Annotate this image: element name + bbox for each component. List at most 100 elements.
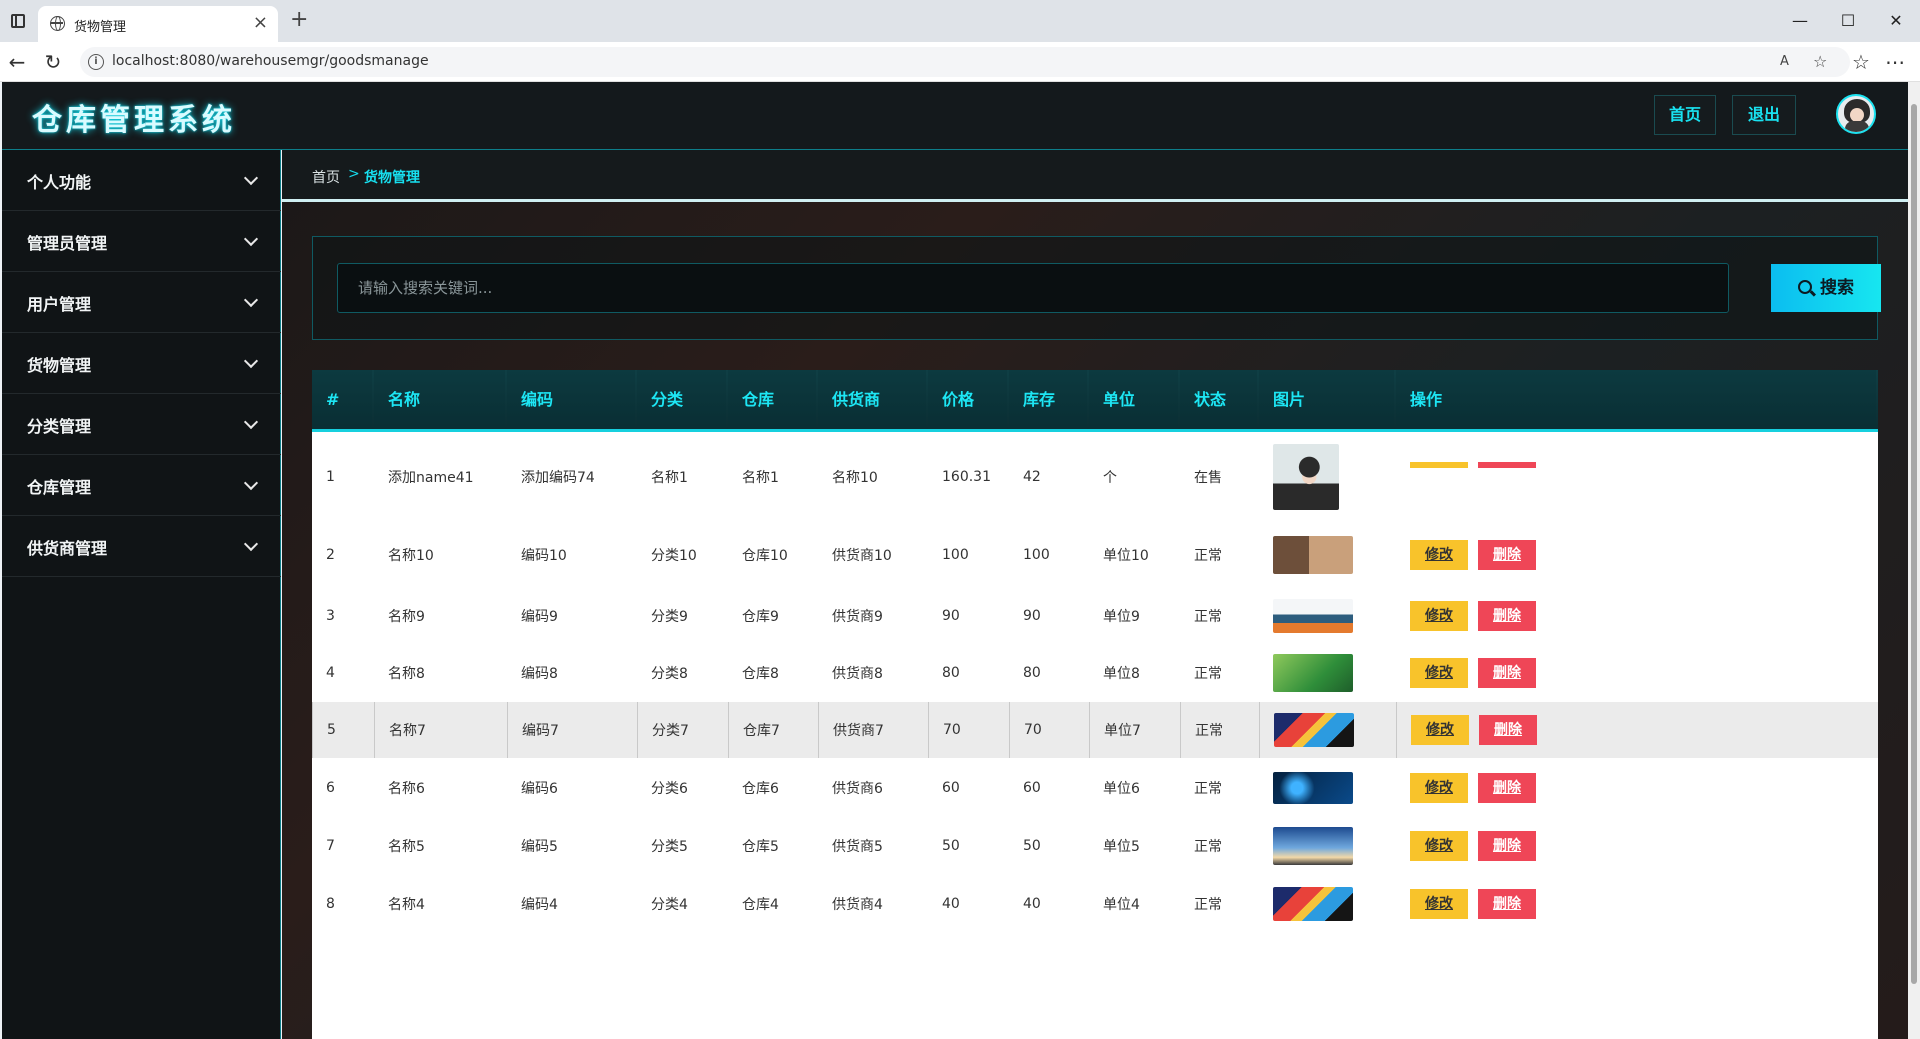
cell-id: 4	[326, 665, 335, 681]
scroll-thumb[interactable]	[1911, 104, 1917, 984]
window-close-icon[interactable]: ✕	[1882, 8, 1910, 34]
edit-button[interactable]: 修改	[1410, 889, 1468, 919]
goods-thumbnail[interactable]	[1273, 598, 1353, 633]
cell-category: 名称1	[651, 470, 688, 486]
refresh-icon[interactable]: ↻	[40, 49, 66, 75]
cell-unit: 单位7	[1089, 702, 1180, 758]
table-row: 3 名称9 编码9 分类9 仓库9 供货商9 90 90 单位9 正常 修改 删除	[312, 587, 1878, 644]
delete-button[interactable]: 删除	[1478, 658, 1536, 688]
edit-button[interactable]: 修改	[1410, 831, 1468, 861]
cell-id: 1	[326, 469, 335, 485]
cell-warehouse: 仓库6	[742, 780, 779, 797]
cell-supplier: 供货商5	[832, 839, 883, 855]
sidebar-item-personal[interactable]: 个人功能	[2, 150, 281, 211]
cell-warehouse: 仓库7	[728, 702, 818, 758]
app-title: 仓库管理系统	[32, 103, 236, 138]
chevron-down-icon	[243, 170, 259, 186]
cell-status: 正常	[1194, 547, 1222, 564]
delete-button[interactable]: 删除	[1478, 772, 1536, 803]
page-scrollbar[interactable]	[1908, 82, 1920, 1039]
edit-button[interactable]: 修改	[1411, 715, 1469, 745]
cell-category: 分类9	[651, 608, 688, 625]
delete-button[interactable]: 删除	[1478, 539, 1536, 570]
avatar[interactable]	[1836, 94, 1876, 134]
cell-actions: 修改 删除	[1396, 522, 1878, 587]
goods-thumbnail[interactable]	[1273, 444, 1339, 510]
star-icon[interactable]: ☆	[1813, 52, 1827, 71]
more-icon[interactable]: ⋯	[1882, 49, 1908, 75]
cell-name: 名称9	[388, 608, 425, 625]
cell-unit: 单位4	[1103, 897, 1140, 913]
cell-unit: 单位10	[1103, 547, 1149, 564]
read-aloud-icon[interactable]: A	[1780, 54, 1789, 69]
cell-name: 名称7	[374, 702, 507, 758]
home-button[interactable]: 首页	[1654, 95, 1716, 135]
goods-thumbnail[interactable]	[1273, 827, 1353, 865]
app-header: 仓库管理系统 首页 退出	[2, 82, 1908, 150]
new-tab-icon[interactable]: +	[290, 9, 308, 31]
tab-actions-icon[interactable]	[11, 14, 25, 28]
sidebar-item-goods[interactable]: 货物管理	[2, 333, 281, 394]
sidebar-item-warehouses[interactable]: 仓库管理	[2, 455, 281, 516]
info-icon[interactable]: i	[88, 54, 104, 70]
goods-thumbnail[interactable]	[1274, 713, 1354, 747]
address-bar[interactable]: i localhost:8080/warehousemgr/goodsmanag…	[80, 47, 1850, 77]
cell-status: 在售	[1194, 470, 1222, 486]
sidebar-item-users[interactable]: 用户管理	[2, 272, 281, 333]
cell-image	[1259, 587, 1396, 644]
sidebar-item-label: 仓库管理	[27, 478, 92, 497]
chevron-down-icon	[243, 231, 259, 247]
cell-category: 分类5	[651, 839, 688, 855]
maximize-icon[interactable]: ☐	[1834, 8, 1862, 34]
edit-button[interactable]: 修改	[1410, 772, 1468, 803]
goods-thumbnail[interactable]	[1273, 887, 1353, 921]
cell-code: 编码10	[521, 547, 567, 564]
th-actions: 操作	[1396, 370, 1876, 429]
globe-icon	[50, 16, 65, 31]
main-content: 首页 > 货物管理 搜索 #名称编码分类仓库供货商价格库存单位状态图片操作 1 添…	[282, 150, 1908, 1039]
delete-button[interactable]: 删除	[1478, 600, 1536, 631]
sidebar-item-admins[interactable]: 管理员管理	[2, 211, 281, 272]
th-stock: 库存	[1009, 370, 1087, 429]
cell-stock: 42	[1023, 469, 1041, 485]
cell-unit: 单位5	[1103, 839, 1140, 855]
edit-button[interactable]: 修改	[1410, 600, 1468, 631]
edit-button[interactable]: 修改	[1410, 539, 1468, 570]
logout-button[interactable]: 退出	[1732, 95, 1796, 135]
address-text[interactable]: localhost:8080/warehousemgr/goodsmanage	[112, 53, 429, 69]
cell-stock: 80	[1023, 665, 1041, 681]
delete-button[interactable]: 删除	[1479, 715, 1537, 745]
goods-thumbnail[interactable]	[1273, 654, 1353, 692]
cell-status: 正常	[1194, 897, 1222, 913]
sidebar-item-suppliers[interactable]: 供货商管理	[2, 516, 281, 577]
cell-price: 100	[942, 546, 969, 563]
cell-stock: 40	[1023, 896, 1041, 912]
cell-status: 正常	[1180, 702, 1259, 758]
cell-warehouse: 仓库8	[742, 666, 779, 682]
browser-tab[interactable]: 货物管理 ×	[38, 6, 278, 42]
th-code: 编码	[507, 370, 635, 429]
sidebar-item-categories[interactable]: 分类管理	[2, 394, 281, 455]
search-input[interactable]	[337, 263, 1729, 313]
cell-price: 40	[942, 896, 960, 912]
cell-image	[1259, 875, 1396, 933]
cell-price: 50	[942, 838, 960, 854]
close-icon[interactable]: ×	[253, 13, 268, 33]
cell-unit: 单位9	[1103, 608, 1140, 625]
breadcrumb-home[interactable]: 首页	[312, 167, 340, 187]
delete-button[interactable]: 删除	[1478, 831, 1536, 861]
cell-actions: 修改 删除	[1396, 817, 1878, 875]
goods-thumbnail[interactable]	[1273, 535, 1353, 574]
back-icon[interactable]: ←	[4, 49, 30, 75]
th-image: 图片	[1259, 370, 1394, 429]
delete-button[interactable]: 删除	[1478, 889, 1536, 919]
minimize-icon[interactable]: —	[1786, 8, 1814, 34]
table-body: 1 添加name41 添加编码74 名称1 名称1 名称10 160.31 42 个 在售 2 名称1…	[312, 432, 1878, 1039]
edit-button[interactable]: 修改	[1410, 658, 1468, 688]
delete-button[interactable]	[1478, 462, 1536, 468]
search-button[interactable]: 搜索	[1771, 264, 1881, 312]
edit-button[interactable]	[1410, 462, 1468, 468]
cell-stock: 70	[1009, 702, 1089, 758]
goods-thumbnail[interactable]	[1273, 771, 1353, 804]
favorites-icon[interactable]: ☆	[1848, 49, 1874, 75]
